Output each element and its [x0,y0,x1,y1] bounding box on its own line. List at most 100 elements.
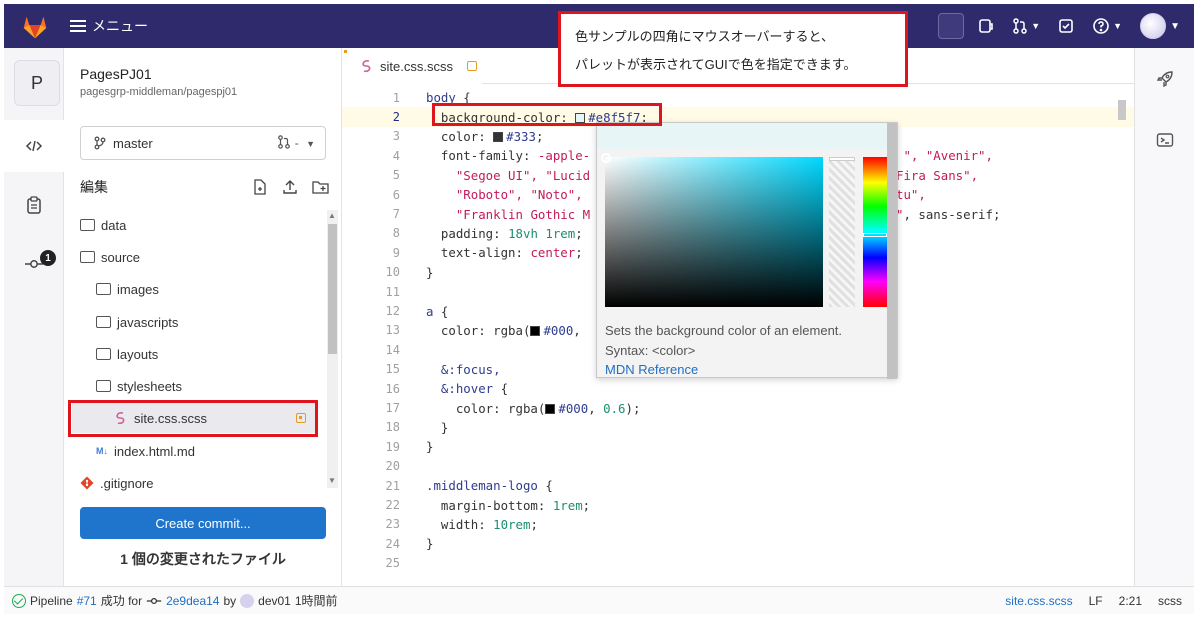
opacity-slider[interactable] [829,157,855,307]
project-avatar[interactable]: P [14,60,60,106]
upload-icon[interactable] [282,179,298,195]
tree-header-label: 編集 [80,179,108,195]
status-file-name[interactable]: site.css.scss [1005,594,1072,608]
line-text[interactable]: &:hover { [426,381,508,396]
line-number: 17 [385,401,400,416]
code-line[interactable]: 16 &:hover { [342,379,1134,398]
folder-open-icon [96,380,111,392]
hue-slider[interactable] [863,157,887,307]
tree-item-layouts[interactable]: layouts [96,339,158,369]
code-line[interactable]: 23 width: 10rem; [342,515,1134,534]
create-commit-button[interactable]: Create commit... [80,507,326,539]
review-mode-button[interactable] [4,196,64,214]
hover-scrollbar[interactable] [887,123,897,379]
line-text[interactable]: margin-bottom: 1rem; [426,498,590,513]
opacity-handle[interactable] [829,157,855,161]
modified-indicator-icon[interactable] [466,61,477,71]
hue-handle[interactable] [863,233,887,237]
line-text[interactable]: padding: 18vh 1rem; [426,226,583,241]
line-number: 7 [392,207,400,222]
code-line[interactable]: 17 color: rgba(#000, 0.6); [342,398,1134,417]
pipeline-label: Pipeline [30,593,73,608]
mdn-reference-link[interactable]: MDN Reference [605,362,698,377]
left-activity-rail: P 1 [4,48,64,586]
chevron-down-icon[interactable]: ▼ [1170,21,1180,32]
saturation-value-area[interactable] [601,153,823,307]
tree-item-data[interactable]: data [80,210,126,240]
terminal-button[interactable] [1135,132,1195,148]
right-rail [1134,48,1194,586]
new-folder-icon[interactable] [312,179,330,195]
pipelines-button[interactable] [1135,70,1195,88]
color-picker-popup: Sets the background color of an element.… [596,122,898,379]
code-line[interactable]: 19} [342,437,1134,456]
line-text[interactable]: a { [426,304,448,319]
line-text[interactable]: } [426,420,448,435]
merge-request-label: - [294,136,299,150]
menu-button[interactable]: メニュー [70,16,148,36]
gitlab-logo-icon[interactable] [20,11,50,41]
line-number: 25 [385,556,400,571]
code-line[interactable]: 24} [342,534,1134,553]
status-cursor-position: 2:21 [1118,594,1142,608]
tree-item-stylesheets[interactable]: stylesheets [96,371,182,401]
line-text[interactable]: } [426,439,433,454]
tree-item-gitignore[interactable]: .gitignore [80,468,153,498]
line-text[interactable]: color: rgba(#000, [426,323,581,338]
branch-icon [94,136,106,150]
status-bar: Pipeline #71 成功 for 2e9dea14 by dev01 1時… [4,586,1194,614]
tree-item-index-html-md[interactable]: M↓ index.html.md [96,436,195,466]
edit-mode-button[interactable] [4,120,64,172]
line-text[interactable]: &:focus, [426,362,501,377]
scroll-down-icon[interactable]: ▼ [328,476,336,485]
line-number: 19 [385,439,400,454]
property-description: Sets the background color of an element. [605,323,843,338]
project-name[interactable]: PagesPJ01 [80,66,152,82]
highlight-box-background-color [432,103,662,126]
user-avatar-small [240,593,255,608]
code-line[interactable]: 22 margin-bottom: 1rem; [342,495,1134,514]
line-text[interactable]: } [426,265,433,280]
pipeline-link[interactable]: #71 [77,594,97,608]
commit-mode-button[interactable]: 1 [4,250,64,270]
chevron-down-icon: ▼ [1031,21,1041,31]
branch-selector[interactable]: master - ▼ [80,126,326,160]
line-text[interactable]: text-align: center; [426,245,583,260]
new-file-icon[interactable] [252,179,268,195]
commit-by: by [223,593,237,608]
tree-item-label: stylesheets [117,378,183,394]
code-line[interactable]: 21 .middleman-logo { [342,476,1134,495]
tree-item-images[interactable]: images [96,274,159,304]
search-box[interactable] [938,13,965,39]
color-cursor[interactable] [601,153,611,163]
code-line[interactable]: 20 [342,457,1134,476]
line-text[interactable]: color: #333; [426,129,544,144]
tree-item-label: images [117,281,159,297]
folder-icon [80,219,95,231]
line-text[interactable]: .middleman-logo { [426,478,553,493]
merge-requests-button[interactable]: ▼ [1012,18,1040,34]
line-text[interactable]: width: 10rem; [426,517,538,532]
scroll-up-icon[interactable]: ▲ [328,211,336,220]
todos-button[interactable] [1058,18,1074,34]
commit-author[interactable]: dev01 [258,594,291,608]
tree-scrollbar[interactable]: ▲ ▼ [327,210,338,488]
editor-scrollbar-thumb[interactable] [1118,100,1126,120]
issues-button[interactable] [978,18,994,34]
file-tree: data source images javascripts layouts s… [64,210,326,498]
merge-request-selector[interactable]: - ▼ [277,135,315,150]
code-line[interactable]: 25 [342,554,1134,573]
editor-tab-site-css-scss[interactable]: site.css.scss [342,48,482,84]
pipeline-success-icon[interactable] [12,593,26,608]
user-avatar[interactable] [1140,13,1167,39]
scrollbar-thumb[interactable] [328,224,337,354]
color-preview-bar[interactable] [597,123,887,149]
tree-item-javascripts[interactable]: javascripts [96,307,178,337]
tree-item-label: layouts [117,346,159,362]
tree-item-source[interactable]: source [80,242,140,272]
line-text[interactable]: color: rgba(#000, 0.6); [426,401,641,416]
commit-sha-link[interactable]: 2e9dea14 [166,594,219,608]
help-button[interactable]: ▼ [1092,17,1122,35]
code-line[interactable]: 18 } [342,418,1134,437]
line-text[interactable]: } [426,536,433,551]
